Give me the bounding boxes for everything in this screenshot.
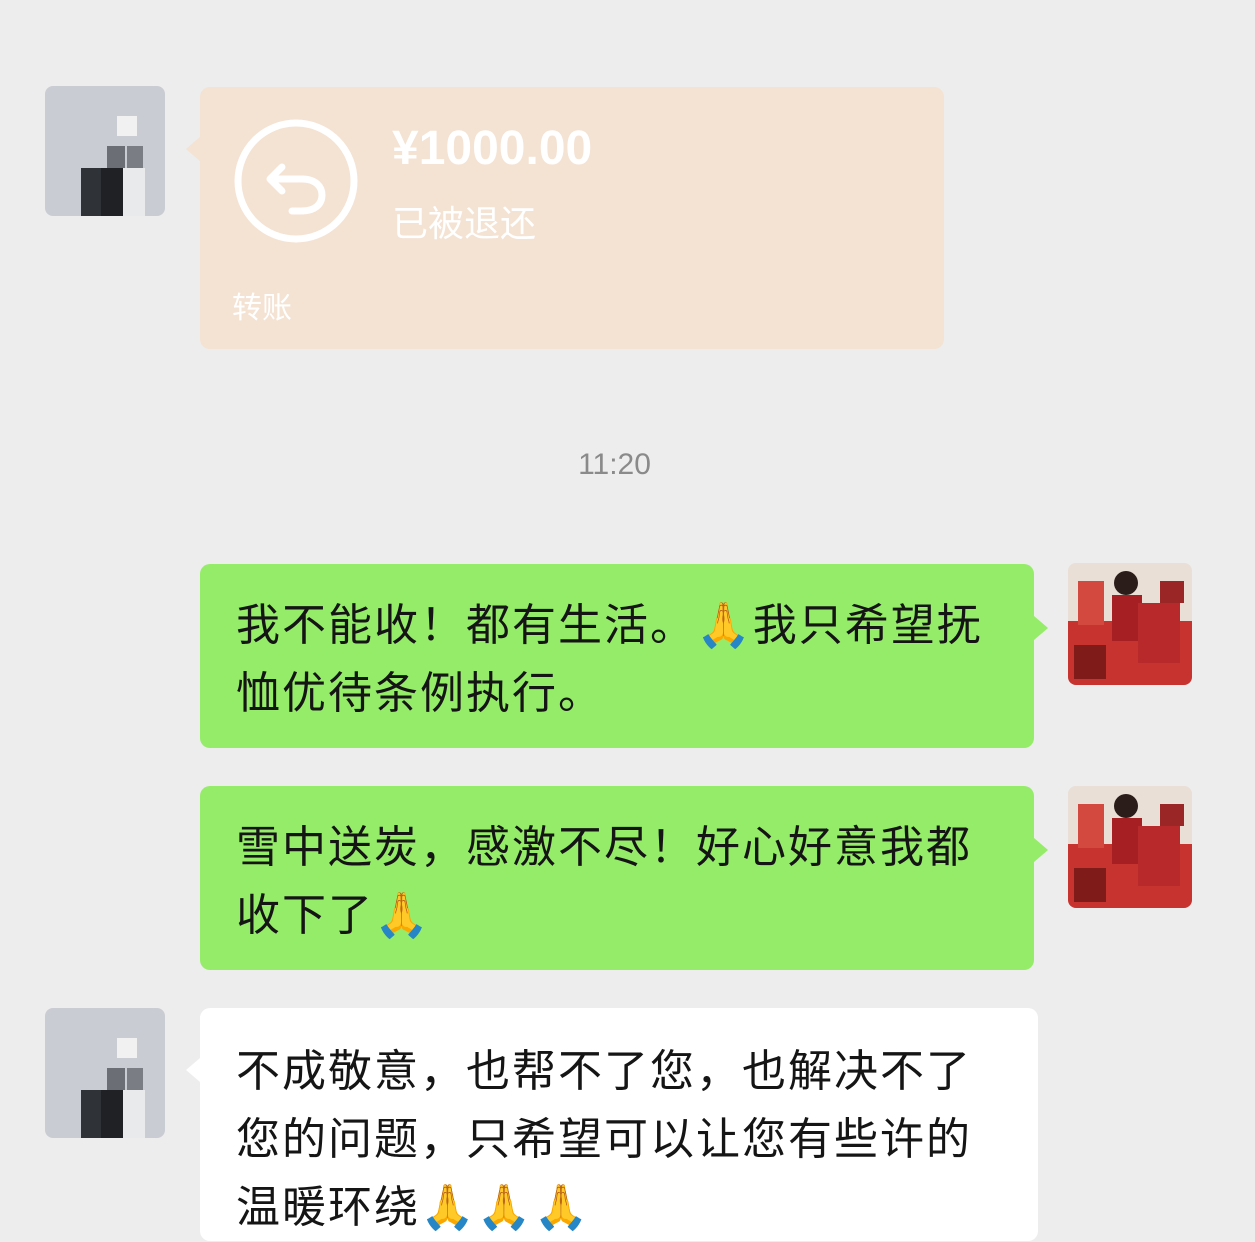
contact-avatar[interactable]	[45, 86, 165, 216]
transfer-status: 已被退还	[392, 204, 537, 245]
incoming-message-bubble[interactable]: 不成敬意，也帮不了您，也解决不了您的问题，只希望可以让您有些许的温暖环绕🙏🙏🙏	[186, 1008, 1038, 1241]
contact-avatar[interactable]	[45, 1008, 165, 1138]
transfer-amount: ¥1000.00	[392, 122, 593, 175]
time-separator: 11:20	[578, 448, 651, 481]
self-avatar-photo	[1068, 786, 1192, 908]
self-avatar-photo	[1068, 563, 1192, 685]
transfer-message-bubble[interactable]: ¥1000.00 已被退还 转账	[186, 87, 944, 349]
message-text: 我不能收！都有生活。🙏我只希望抚恤优待条例执行。	[236, 600, 983, 719]
self-avatar[interactable]	[1068, 786, 1192, 908]
transfer-label: 转账	[232, 291, 292, 326]
outgoing-message-bubble[interactable]: 雪中送炭，感激不尽！好心好意我都收下了🙏	[200, 786, 1048, 970]
outgoing-message-bubble[interactable]: 我不能收！都有生活。🙏我只希望抚恤优待条例执行。	[200, 564, 1048, 748]
message-text: 雪中送炭，感激不尽！好心好意我都收下了🙏	[236, 822, 972, 941]
self-avatar[interactable]	[1068, 563, 1192, 685]
return-arrow-icon	[234, 119, 358, 243]
message-text: 不成敬意，也帮不了您，也解决不了您的问题，只希望可以让您有些许的温暖环绕🙏🙏🙏	[236, 1046, 972, 1233]
